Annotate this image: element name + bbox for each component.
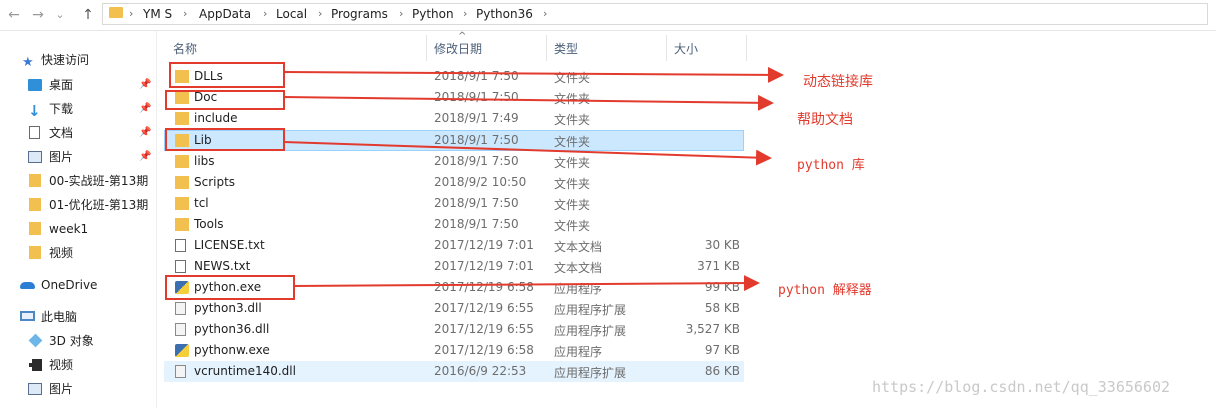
annotation-label-doc: 帮助文档	[797, 112, 853, 128]
annotation-arrow-python-exe	[293, 275, 760, 292]
annotation-label-lib: python 库	[797, 158, 865, 173]
watermark: https://blog.csdn.net/qq_33656602	[872, 378, 1171, 396]
annotation-box-lib	[165, 128, 285, 151]
annotation-box-dlls	[169, 62, 285, 88]
annotation-arrow-doc	[283, 94, 774, 111]
annotation-arrow-lib	[283, 141, 772, 166]
annotation-arrow-dlls	[283, 66, 784, 83]
annotation-label-python-exe: python 解释器	[778, 283, 872, 298]
annotation-overlay	[165, 62, 784, 300]
annotation-box-doc	[165, 90, 285, 110]
annotation-label-dlls: 动态链接库	[803, 74, 873, 90]
annotation-box-python-exe	[165, 275, 295, 300]
